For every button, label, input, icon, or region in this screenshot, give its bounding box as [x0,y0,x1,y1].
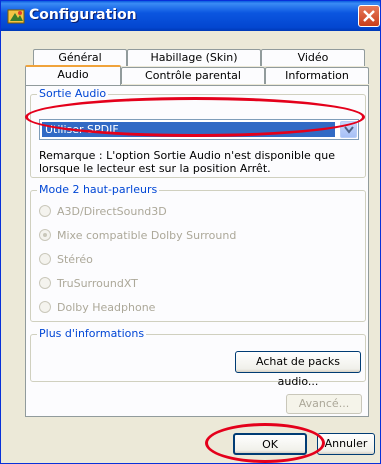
audio-output-note: Remarque : L'option Sortie Audio n'est d… [39,149,336,175]
audio-output-value: Utiliser SPDIF [42,122,335,137]
tab-skin[interactable]: Habillage (Skin) [127,49,261,66]
audio-panel: Sortie Audio Utiliser SPDIF Remarque : L… [25,85,369,417]
chevron-down-icon [344,126,354,134]
radio-circle [39,253,51,265]
tab-video[interactable]: Vidéo [261,49,365,66]
audio-output-title: Sortie Audio [37,87,109,101]
speaker-mode-title: Mode 2 haut-parleurs [37,183,160,197]
cancel-button[interactable]: Annuler [317,433,375,455]
app-icon [7,9,25,24]
configuration-dialog: Configuration Général Habillage (Skin) V… [0,0,381,464]
more-info-group: Plus d'informations Achat de packs audio… [30,327,366,388]
tab-information[interactable]: Information [265,67,369,84]
audio-output-select[interactable]: Utiliser SPDIF [39,119,359,140]
radio-circle [39,301,51,313]
radio-circle-selected [39,229,51,241]
close-button[interactable] [358,5,380,27]
advanced-button[interactable]: Avancé... [286,394,362,414]
radio-label: Dolby Headphone [57,301,156,314]
audio-output-group: Sortie Audio Utiliser SPDIF Remarque : L… [30,87,366,178]
title-bar[interactable]: Configuration [1,1,380,31]
radio-label: Mixe compatible Dolby Surround [57,229,237,242]
speaker-mode-group: Mode 2 haut-parleurs A3D/DirectSound3D M… [30,183,366,322]
ok-button[interactable]: OK [233,433,307,455]
tab-audio[interactable]: Audio [25,65,121,85]
more-info-title: Plus d'informations [37,327,147,341]
tab-parental-control[interactable]: Contrôle parental [121,67,265,84]
close-icon [363,10,375,22]
buy-audio-packs-button[interactable]: Achat de packs audio... [235,351,361,388]
radio-label: A3D/DirectSound3D [57,205,167,218]
radio-circle [39,277,51,289]
radio-dot [43,233,47,237]
radio-label: TruSurroundXT [57,277,138,290]
radio-label: Stéréo [57,253,93,266]
dropdown-arrow-button[interactable] [340,121,357,138]
tab-general[interactable]: Général [33,49,127,66]
radio-circle [39,205,51,217]
window-title: Configuration [29,7,137,23]
